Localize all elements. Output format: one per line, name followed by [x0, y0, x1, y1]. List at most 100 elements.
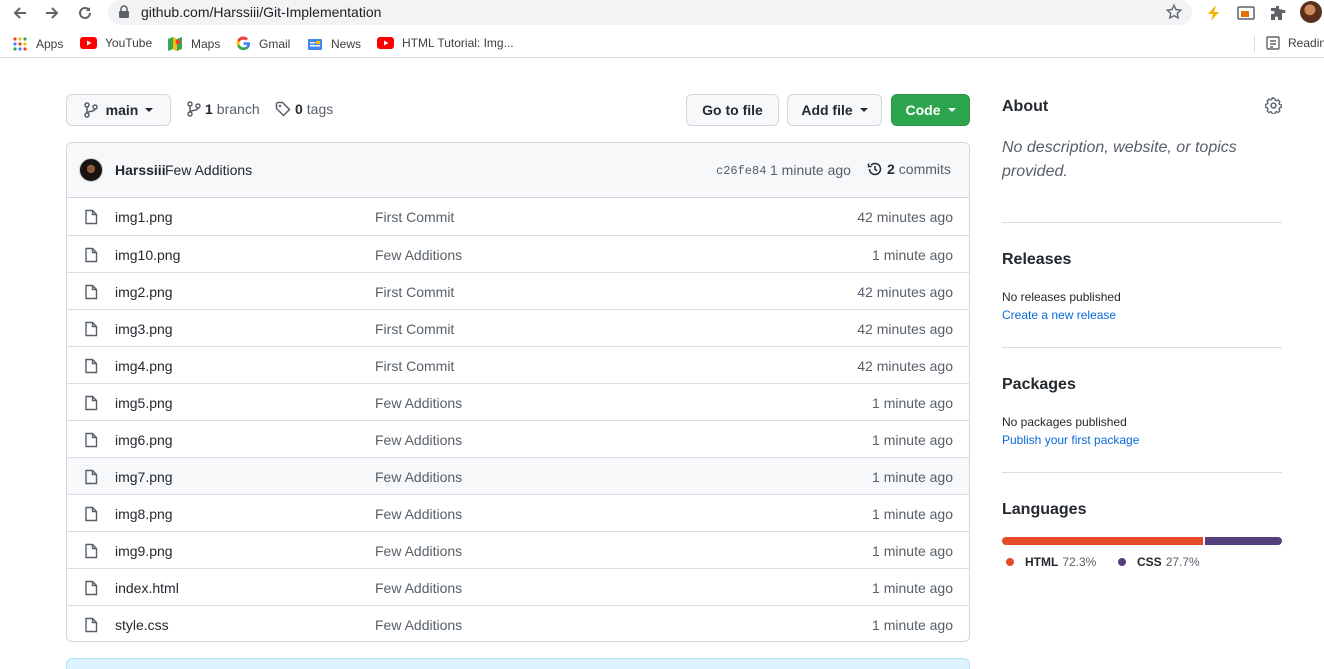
file-name-link[interactable]: img3.png: [115, 321, 173, 337]
bookmark-youtube[interactable]: YouTube: [80, 36, 152, 50]
bookmark-label: News: [331, 37, 362, 51]
file-name-link[interactable]: img9.png: [115, 543, 173, 559]
file-name-link[interactable]: img8.png: [115, 506, 173, 522]
history-clock-icon: [867, 161, 883, 177]
tag-count: 0: [295, 101, 303, 117]
language-html[interactable]: HTML 72.3%: [1006, 555, 1096, 569]
file-commit-message-link[interactable]: Few Additions: [375, 506, 462, 522]
file-commit-message-link[interactable]: Few Additions: [375, 247, 462, 263]
reading-list-icon: [1266, 36, 1280, 50]
file-name-link[interactable]: index.html: [115, 580, 179, 596]
lightning-extension-icon[interactable]: [1204, 3, 1224, 23]
file-commit-message-link[interactable]: Few Additions: [375, 432, 462, 448]
file-commit-message-link[interactable]: First Commit: [375, 209, 454, 225]
file-age: 1 minute ago: [872, 617, 953, 633]
reload-icon[interactable]: [74, 2, 96, 24]
file-name-link[interactable]: img4.png: [115, 358, 173, 374]
tags-link[interactable]: 0 tags: [275, 101, 333, 117]
reading-list-button[interactable]: Readin: [1266, 36, 1324, 50]
language-percent: 27.7%: [1165, 555, 1200, 569]
commit-count: 2: [887, 161, 895, 177]
file-row[interactable]: img1.png First Commit 42 minutes ago: [67, 198, 969, 235]
file-age: 1 minute ago: [872, 543, 953, 559]
commit-label: commits: [898, 161, 951, 177]
file-age: 42 minutes ago: [857, 321, 953, 337]
languages-heading: Languages: [1002, 501, 1087, 518]
file-row[interactable]: img3.png First Commit 42 minutes ago: [67, 309, 969, 346]
latest-commit-bar: Harssiii Few Additions c26fe84 1 minute …: [67, 143, 969, 198]
cast-extension-icon[interactable]: [1236, 3, 1256, 23]
author-avatar[interactable]: [79, 158, 103, 182]
bookmark-news[interactable]: News: [307, 36, 361, 52]
file-name-link[interactable]: img5.png: [115, 395, 173, 411]
forward-arrow-icon[interactable]: [41, 2, 63, 24]
go-to-file-label: Go to file: [702, 102, 763, 118]
file-row[interactable]: img8.png Few Additions 1 minute ago: [67, 494, 969, 531]
address-bar[interactable]: github.com/Harssiii/Git-Implementation: [108, 0, 1192, 25]
language-bar-segment: [1205, 537, 1282, 545]
file-row[interactable]: img5.png Few Additions 1 minute ago: [67, 383, 969, 420]
publish-package-link[interactable]: Publish your first package: [1002, 433, 1139, 447]
commits-history-link[interactable]: 2 commits: [867, 161, 951, 177]
back-arrow-icon[interactable]: [9, 2, 31, 24]
file-listing: Harssiii Few Additions c26fe84 1 minute …: [66, 142, 970, 642]
file-name-link[interactable]: img6.png: [115, 432, 173, 448]
commit-sha-link[interactable]: c26fe84: [716, 164, 766, 178]
branches-link[interactable]: 1 branch: [187, 101, 260, 117]
bookmark-star-icon[interactable]: [1165, 3, 1183, 24]
bookmark-html-tutorial[interactable]: HTML Tutorial: Img...: [377, 36, 514, 50]
go-to-file-button[interactable]: Go to file: [686, 94, 779, 126]
file-commit-message-link[interactable]: Few Additions: [375, 395, 462, 411]
code-button[interactable]: Code: [891, 94, 970, 126]
browser-toolbar: github.com/Harssiii/Git-Implementation: [0, 0, 1324, 26]
file-name-link[interactable]: img1.png: [115, 209, 173, 225]
file-commit-message-link[interactable]: Few Additions: [375, 580, 462, 596]
file-commit-message-link[interactable]: Few Additions: [375, 543, 462, 559]
branch-select-button[interactable]: main: [66, 94, 171, 126]
bookmark-label: Gmail: [259, 36, 291, 51]
bookmark-gmail[interactable]: Gmail: [236, 36, 290, 51]
file-row[interactable]: img4.png First Commit 42 minutes ago: [67, 346, 969, 383]
bookmark-apps[interactable]: Apps: [12, 36, 63, 52]
chevron-down-icon: [145, 108, 154, 112]
add-file-button[interactable]: Add file: [787, 94, 882, 126]
file-commit-message-link[interactable]: Few Additions: [375, 469, 462, 485]
packages-heading[interactable]: Packages: [1002, 376, 1076, 394]
file-name-link[interactable]: img7.png: [115, 469, 173, 485]
language-name: HTML: [1025, 555, 1059, 569]
commit-message-link[interactable]: Few Additions: [165, 162, 252, 178]
file-row[interactable]: img10.png Few Additions 1 minute ago: [67, 235, 969, 272]
file-commit-message-link[interactable]: Few Additions: [375, 617, 462, 633]
create-release-link[interactable]: Create a new release: [1002, 308, 1116, 322]
chevron-down-icon: [947, 108, 956, 112]
news-icon: [307, 36, 323, 52]
file-row[interactable]: img9.png Few Additions 1 minute ago: [67, 531, 969, 568]
file-row[interactable]: style.css Few Additions 1 minute ago: [67, 605, 969, 641]
file-name-link[interactable]: style.css: [115, 617, 169, 633]
file-name-link[interactable]: img2.png: [115, 284, 173, 300]
branch-name: main: [105, 102, 139, 118]
profile-avatar[interactable]: [1300, 1, 1322, 23]
file-row[interactable]: index.html Few Additions 1 minute ago: [67, 568, 969, 605]
puzzle-extensions-icon[interactable]: [1268, 3, 1288, 23]
bookmark-maps[interactable]: Maps: [167, 36, 220, 52]
language-css[interactable]: CSS 27.7%: [1118, 555, 1200, 569]
file-row[interactable]: img2.png First Commit 42 minutes ago: [67, 272, 969, 309]
commit-author-link[interactable]: Harssiii: [115, 162, 166, 178]
file-age: 42 minutes ago: [857, 209, 953, 225]
bookmarks-bar: Apps YouTube Maps Gmail News HTML Tutori…: [0, 30, 1324, 58]
file-name-link[interactable]: img10.png: [115, 247, 180, 263]
maps-icon: [167, 36, 183, 52]
file-commit-message-link[interactable]: First Commit: [375, 321, 454, 337]
releases-heading[interactable]: Releases: [1002, 251, 1071, 269]
about-heading: About: [1002, 98, 1049, 115]
file-icon: [84, 432, 98, 451]
gear-icon[interactable]: [1265, 97, 1282, 114]
file-row[interactable]: img6.png Few Additions 1 minute ago: [67, 420, 969, 457]
file-row[interactable]: img7.png Few Additions 1 minute ago: [67, 457, 969, 494]
file-commit-message-link[interactable]: First Commit: [375, 358, 454, 374]
file-icon: [84, 284, 98, 303]
language-bar: [1002, 537, 1282, 545]
file-commit-message-link[interactable]: First Commit: [375, 284, 454, 300]
git-branch-icon: [187, 101, 201, 117]
